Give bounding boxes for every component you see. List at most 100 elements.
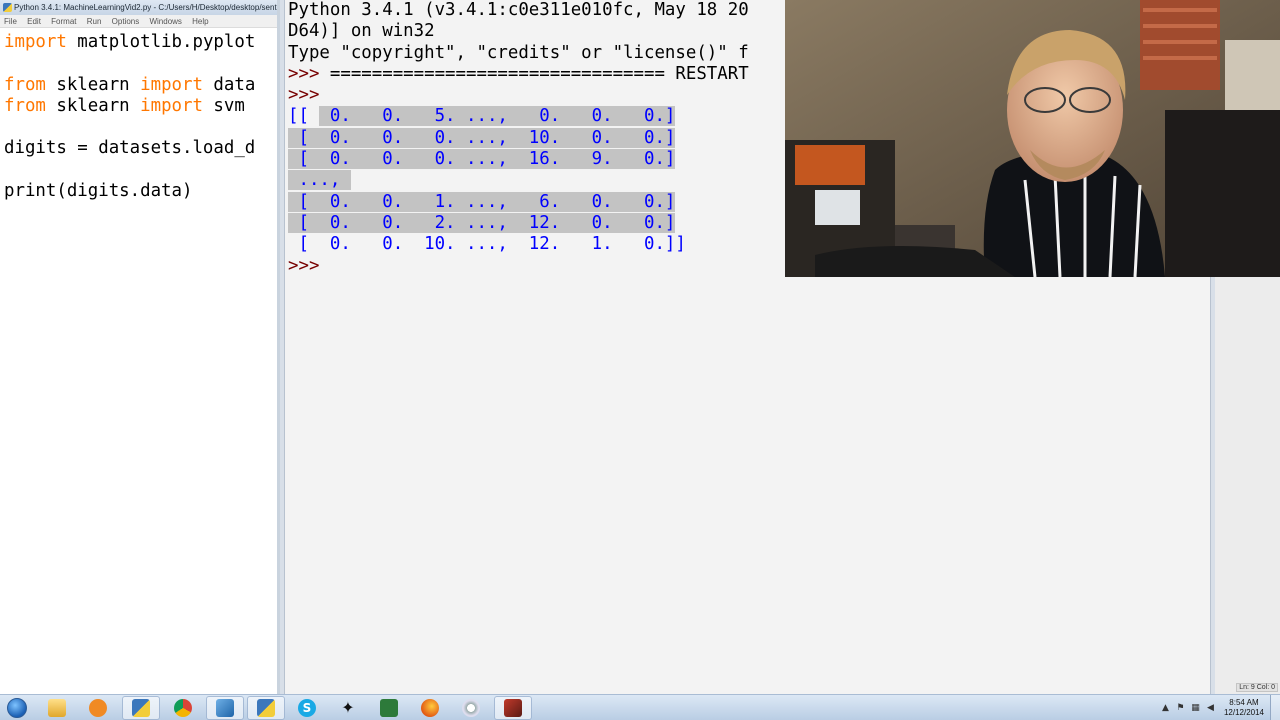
clock-date: 12/12/2014 bbox=[1223, 708, 1264, 717]
taskbar-explorer[interactable] bbox=[38, 696, 76, 720]
skype-icon: S bbox=[298, 699, 316, 717]
menu-format[interactable]: Format bbox=[51, 17, 76, 26]
shell-selected-output: [ 0. 0. 0. ..., 16. 9. 0.] bbox=[288, 149, 676, 170]
webcam-image bbox=[785, 0, 1280, 277]
editor-menubar: File Edit Format Run Options Windows Hel… bbox=[0, 15, 277, 28]
taskbar-notepad[interactable] bbox=[206, 696, 244, 720]
chart-icon bbox=[380, 699, 398, 717]
shell-selected-output: [ 0. 0. 0. ..., 10. 0. 0.] bbox=[288, 127, 676, 148]
sails-icon: ✦ bbox=[341, 698, 355, 717]
code-text: sklearn bbox=[45, 74, 141, 95]
shell-left-border[interactable] bbox=[280, 0, 285, 694]
taskbar-corsair[interactable]: ✦ bbox=[329, 696, 367, 720]
shell-output: [[ bbox=[288, 106, 320, 127]
volume-icon[interactable]: ◀ bbox=[1205, 703, 1216, 714]
shell-text: Python 3.4.1 (v3.4.1:c0e311e010fc, May 1… bbox=[288, 0, 749, 20]
clock[interactable]: 8:54 AM 12/12/2014 bbox=[1224, 698, 1264, 718]
network-icon[interactable]: ▦ bbox=[1190, 703, 1201, 714]
folder-icon bbox=[48, 699, 66, 717]
desktop-background-strip: Ln: 9 Col: 0 bbox=[1215, 277, 1280, 694]
webcam-overlay bbox=[785, 0, 1280, 277]
editor-titlebar[interactable]: Python 3.4.1: MachineLearningVid2.py - C… bbox=[0, 0, 277, 15]
windows-logo-icon bbox=[7, 698, 27, 718]
shell-line: >>> bbox=[288, 85, 749, 106]
menu-edit[interactable]: Edit bbox=[27, 17, 41, 26]
shell-prompt: >>> bbox=[288, 255, 330, 276]
firefox-icon bbox=[421, 699, 439, 717]
code-keyword: from bbox=[4, 95, 46, 116]
taskbar-chrome[interactable] bbox=[164, 696, 202, 720]
code-line: print(digits.data) bbox=[0, 181, 277, 202]
taskbar-green-app[interactable] bbox=[370, 696, 408, 720]
shell-selected-output: ..., bbox=[288, 170, 351, 191]
code-text: sklearn bbox=[45, 95, 141, 116]
taskbar-zbrush[interactable] bbox=[494, 696, 532, 720]
python-icon bbox=[257, 699, 275, 717]
flag-icon[interactable]: ⚑ bbox=[1175, 703, 1186, 714]
shell-line: Python 3.4.1 (v3.4.1:c0e311e010fc, May 1… bbox=[288, 0, 749, 21]
shell-line: D64)] on win32 bbox=[288, 21, 749, 42]
code-text: svm bbox=[202, 95, 245, 116]
menu-windows[interactable]: Windows bbox=[149, 17, 181, 26]
taskbar-firefox[interactable] bbox=[411, 696, 449, 720]
shell-selected-output: [ 0. 0. 2. ..., 12. 0. 0.] bbox=[288, 212, 676, 233]
code-keyword: import bbox=[4, 32, 67, 52]
webcam-icon bbox=[462, 699, 480, 717]
code-keyword: import bbox=[140, 74, 203, 95]
shell-prompt: >>> bbox=[288, 63, 330, 84]
shell-line: [[ 0. 0. 5. ..., 0. 0. 0.] bbox=[288, 106, 749, 127]
play-icon bbox=[89, 699, 107, 717]
shell-line: >>> ================================ RES… bbox=[288, 64, 749, 85]
code-text: print(digits.data) bbox=[4, 181, 193, 202]
editor-window: Python 3.4.1: MachineLearningVid2.py - C… bbox=[0, 0, 280, 694]
clock-time: 8:54 AM bbox=[1229, 698, 1259, 707]
notepad-icon bbox=[216, 699, 234, 717]
taskbar-media-player[interactable] bbox=[79, 696, 117, 720]
shell-line: [ 0. 0. 1. ..., 6. 0. 0.] bbox=[288, 191, 749, 213]
menu-run[interactable]: Run bbox=[87, 17, 102, 26]
shell-line: [ 0. 0. 0. ..., 10. 0. 0.] bbox=[288, 127, 749, 149]
system-tray: ▲ ⚑ ▦ ◀ 8:54 AM 12/12/2014 bbox=[1158, 695, 1280, 720]
python-icon bbox=[3, 3, 12, 12]
shell-text: ================================ RESTART bbox=[329, 63, 749, 84]
shell-text: Type "copyright", "credits" or "license(… bbox=[288, 42, 749, 63]
start-button[interactable] bbox=[2, 696, 32, 720]
menu-file[interactable]: File bbox=[4, 17, 17, 26]
chrome-icon bbox=[174, 699, 192, 717]
editor-title: Python 3.4.1: MachineLearningVid2.py - C… bbox=[14, 3, 277, 12]
shell-output: [ 0. 0. 10. ..., 12. 1. 0.]] bbox=[288, 234, 686, 255]
taskbar-skype[interactable]: S bbox=[288, 696, 326, 720]
taskbar-webcam[interactable] bbox=[452, 696, 490, 720]
shell-line: [ 0. 0. 2. ..., 12. 0. 0.] bbox=[288, 212, 749, 234]
taskbar-python-shell[interactable] bbox=[247, 696, 285, 720]
shell-line: ..., bbox=[288, 170, 749, 191]
code-keyword: from bbox=[4, 74, 46, 95]
show-hidden-icons-icon[interactable]: ▲ bbox=[1160, 703, 1171, 714]
cursor-position-status: Ln: 9 Col: 0 bbox=[1236, 683, 1278, 692]
zbrush-icon bbox=[504, 699, 522, 717]
shell-line: Type "copyright", "credits" or "license(… bbox=[288, 43, 749, 64]
shell-line: >>> bbox=[288, 256, 749, 277]
shell-output-area[interactable]: Python 3.4.1 (v3.4.1:c0e311e010fc, May 1… bbox=[288, 0, 749, 277]
python-file-icon bbox=[132, 699, 150, 717]
shell-selected-output: [ 0. 0. 1. ..., 6. 0. 0.] bbox=[288, 191, 676, 212]
menu-help[interactable]: Help bbox=[192, 17, 208, 26]
menu-options[interactable]: Options bbox=[112, 17, 140, 26]
code-text: matplotlib.pyplot bbox=[66, 32, 256, 52]
taskbar-idle[interactable] bbox=[122, 696, 160, 720]
editor-code-area[interactable]: import matplotlib.pyplot from sklearn imp… bbox=[0, 28, 277, 202]
show-desktop-button[interactable] bbox=[1270, 695, 1280, 720]
taskbar: S ✦ ▲ ⚑ ▦ ◀ 8:54 AM 12/12/2014 bbox=[0, 694, 1280, 720]
code-line: from sklearn import svm bbox=[0, 96, 277, 117]
code-keyword: import bbox=[140, 95, 203, 116]
code-text: data bbox=[202, 74, 256, 95]
code-text: digits = datasets.load_d bbox=[4, 138, 256, 159]
code-line: from sklearn import data bbox=[0, 75, 277, 96]
shell-line: [ 0. 0. 0. ..., 16. 9. 0.] bbox=[288, 149, 749, 170]
shell-line: [ 0. 0. 10. ..., 12. 1. 0.]] bbox=[288, 234, 749, 255]
shell-text: D64)] on win32 bbox=[288, 21, 435, 42]
code-line: import matplotlib.pyplot bbox=[0, 32, 277, 53]
